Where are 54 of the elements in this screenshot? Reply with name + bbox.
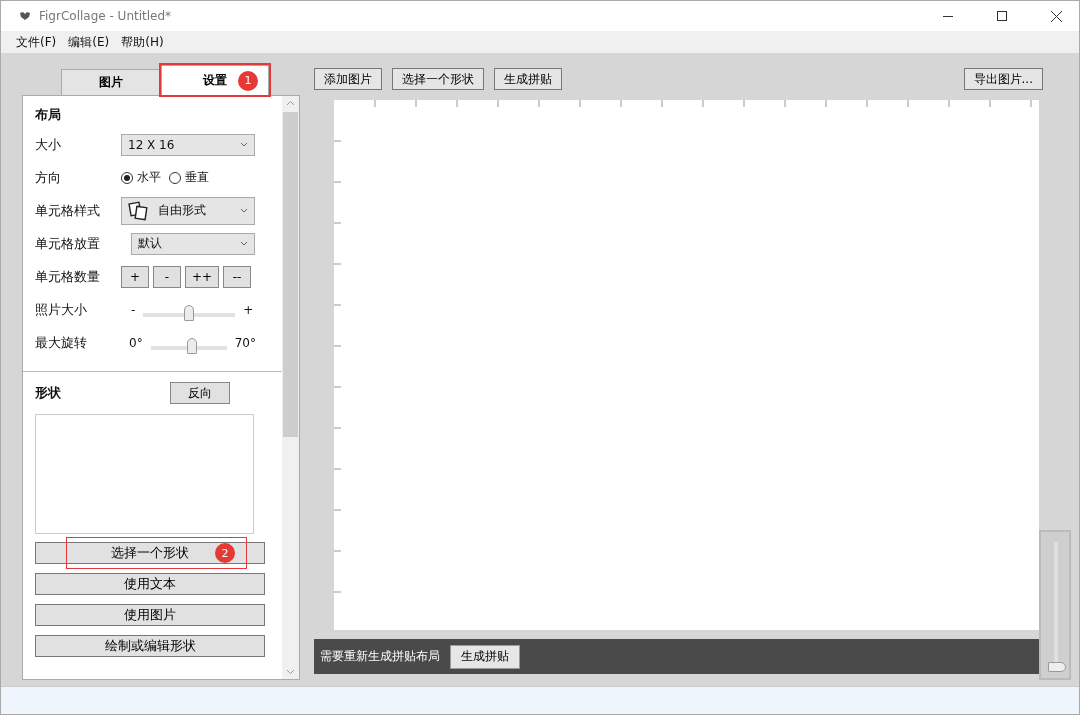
scrollbar[interactable] bbox=[282, 96, 299, 679]
reverse-button[interactable]: 反向 bbox=[170, 382, 230, 404]
dropdown[interactable]: 12 X 16 bbox=[121, 133, 255, 156]
maximize-icon bbox=[997, 11, 1007, 21]
collage-canvas[interactable] bbox=[334, 100, 1039, 630]
shape-button[interactable]: 使用文本 bbox=[35, 573, 265, 595]
shape-button[interactable]: 绘制或编辑形状 bbox=[35, 635, 265, 657]
menu-item[interactable]: 文件(F) bbox=[11, 33, 62, 51]
dropdown[interactable]: 自由形式 bbox=[121, 196, 255, 225]
count-button[interactable]: -- bbox=[223, 265, 252, 288]
menu-item[interactable]: 编辑(E) bbox=[63, 33, 115, 51]
zoom-slider[interactable] bbox=[1039, 530, 1071, 680]
window-title: FigrCollage - Untitled* bbox=[39, 9, 173, 23]
tab[interactable]: 设置 1 bbox=[161, 65, 269, 95]
field-label: 单元格样式 bbox=[35, 201, 101, 220]
radio-option[interactable]: 水平 bbox=[121, 169, 161, 186]
cards-icon bbox=[128, 200, 150, 221]
dropdown[interactable]: 默认 bbox=[131, 232, 255, 255]
shape-list[interactable] bbox=[35, 414, 254, 534]
slider-thumb[interactable] bbox=[187, 337, 198, 354]
close-icon bbox=[1050, 10, 1062, 22]
field-label: 方向 bbox=[35, 168, 62, 187]
slider-thumb[interactable] bbox=[184, 304, 195, 321]
zoom-thumb[interactable] bbox=[1048, 662, 1066, 672]
minimize-icon bbox=[943, 15, 953, 17]
slider-min-label: 0° bbox=[129, 335, 143, 350]
notice-text: 需要重新生成拼贴布局 bbox=[320, 648, 440, 665]
section-heading: 布局 bbox=[35, 106, 62, 124]
toolbar-button[interactable]: 生成拼贴 bbox=[494, 68, 562, 90]
section-heading: 形状 bbox=[35, 384, 61, 402]
menu-item[interactable]: 帮助(H) bbox=[116, 33, 169, 51]
callout-badge: 1 bbox=[238, 70, 258, 91]
field-label: 最大旋转 bbox=[35, 333, 88, 352]
radio-option[interactable]: 垂直 bbox=[169, 169, 209, 186]
count-button[interactable]: ++ bbox=[185, 265, 220, 288]
chevron-down-icon bbox=[240, 142, 248, 147]
count-button[interactable]: - bbox=[153, 265, 181, 288]
chevron-down-icon bbox=[240, 208, 248, 213]
slider-max-label: + bbox=[243, 302, 254, 317]
app-logo-icon bbox=[19, 11, 31, 21]
shape-button[interactable]: 使用图片 bbox=[35, 604, 265, 626]
slider-min-label: - bbox=[131, 302, 136, 317]
count-button[interactable]: + bbox=[121, 265, 149, 288]
field-label: 大小 bbox=[35, 135, 62, 154]
chevron-down-icon bbox=[240, 241, 248, 246]
slider-max-label: 70° bbox=[234, 335, 256, 350]
field-label: 单元格放置 bbox=[35, 234, 101, 253]
field-label: 照片大小 bbox=[35, 300, 88, 319]
generate-button[interactable]: 生成拼贴 bbox=[450, 644, 520, 669]
toolbar-button[interactable]: 选择一个形状 bbox=[392, 68, 484, 90]
toolbar-button[interactable]: 添加图片 bbox=[314, 68, 382, 90]
field-label: 单元格数量 bbox=[35, 267, 101, 286]
tab[interactable]: 图片 bbox=[61, 69, 161, 95]
export-button[interactable]: 导出图片... bbox=[963, 68, 1043, 90]
